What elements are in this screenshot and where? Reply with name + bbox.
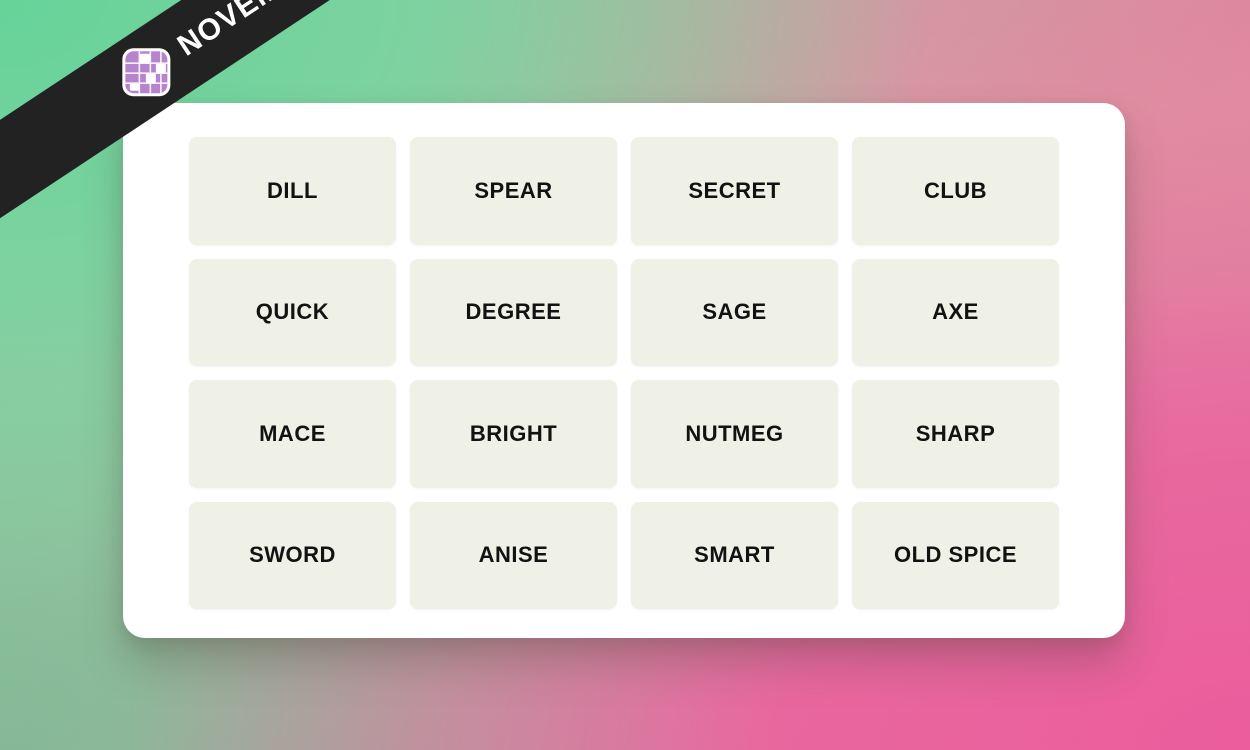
word-tile-label: OLD SPICE [893,542,1018,568]
word-tile-label: SAGE [702,299,767,325]
word-tile[interactable]: MACE [189,380,396,488]
word-tile[interactable]: SWORD [189,501,396,609]
word-tile-label: BRIGHT [469,420,558,446]
puzzle-card: DILL SPEAR SECRET CLUB QUICK DEGREE SAGE… [123,103,1125,638]
word-tile[interactable]: DEGREE [410,258,617,366]
word-tile[interactable]: SAGE [631,258,838,366]
word-tile-label: ANISE [478,542,549,568]
word-tile[interactable]: BRIGHT [410,380,617,488]
word-tile-label: NUTMEG [685,420,784,446]
word-tile-label: SMART [694,542,775,568]
word-tile[interactable]: OLD SPICE [852,501,1059,609]
word-tile-label: AXE [932,299,979,325]
word-tile[interactable]: ANISE [410,501,617,609]
connections-grid-icon [122,48,171,97]
word-tile-label: CLUB [923,177,988,203]
word-tile-label: SHARP [915,420,996,446]
word-tile-label: QUICK [255,299,330,325]
word-tile[interactable]: SECRET [631,137,838,245]
word-tile[interactable]: NUTMEG [631,380,838,488]
word-tile-label: SPEAR [474,177,553,203]
word-tile[interactable]: QUICK [189,258,396,366]
word-tile-label: DILL [267,177,318,203]
word-tile-label: SWORD [249,542,336,568]
word-tile[interactable]: SHARP [852,380,1059,488]
word-tile-label: SECRET [688,177,781,203]
word-tile[interactable]: SPEAR [410,137,617,245]
word-tile[interactable]: CLUB [852,137,1059,245]
word-tile-label: MACE [259,420,326,446]
word-tile[interactable]: AXE [852,258,1059,366]
connections-puzzle-screen: DILL SPEAR SECRET CLUB QUICK DEGREE SAGE… [0,0,1250,750]
word-tile[interactable]: SMART [631,501,838,609]
word-tile-label: DEGREE [465,299,562,325]
word-tile[interactable]: DILL [189,137,396,245]
word-grid: DILL SPEAR SECRET CLUB QUICK DEGREE SAGE… [189,137,1059,609]
